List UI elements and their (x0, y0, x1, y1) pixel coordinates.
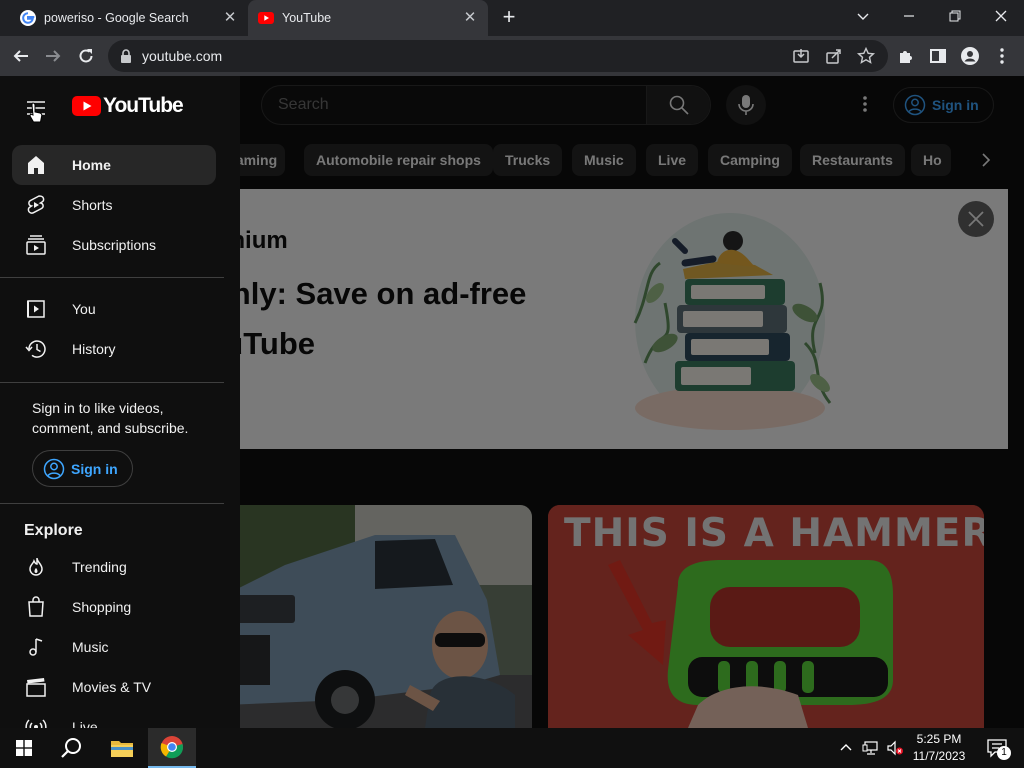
sidebar-item-label: Shorts (72, 197, 113, 213)
sidebar-item-label: You (72, 301, 96, 317)
shopping-icon (28, 596, 44, 617)
vertical-dots-icon (1000, 48, 1004, 64)
clock-date: 11/7/2023 (912, 749, 966, 763)
sidebar-item-label: Live (72, 719, 98, 728)
install-app-icon[interactable] (791, 46, 811, 66)
google-icon (20, 10, 36, 26)
start-button[interactable] (0, 728, 48, 768)
sidebar-item-history[interactable]: History (12, 329, 216, 369)
reload-icon (79, 49, 93, 63)
share-icon[interactable] (824, 46, 844, 66)
forward-arrow-icon (46, 50, 61, 62)
sidebar-item-label: Home (72, 157, 111, 173)
profile-button[interactable] (958, 44, 982, 68)
system-clock[interactable]: 5:25 PM 11/7/2023 (908, 731, 970, 765)
clock-time: 5:25 PM (916, 732, 962, 746)
sidebar-item-label: History (72, 341, 116, 357)
sidebar-item-label: Music (72, 639, 109, 655)
sign-in-prompt: Sign in to like videos, comment, and sub… (32, 400, 189, 436)
chrome-menu-button[interactable] (990, 44, 1014, 68)
tab-title: poweriso - Google Search (44, 11, 189, 25)
sidebar-sign-in-button[interactable]: Sign in (32, 450, 133, 487)
browser-toolbar: youtube.com (0, 36, 1024, 76)
divider (0, 503, 224, 504)
sidebar-item-home[interactable]: Home (12, 145, 216, 185)
windows-logo-icon (16, 740, 32, 756)
subscriptions-icon (26, 235, 46, 255)
restore-button[interactable] (932, 0, 978, 32)
home-icon (28, 156, 44, 174)
search-icon (61, 738, 81, 758)
file-explorer-button[interactable] (98, 728, 146, 768)
you-icon (27, 300, 45, 318)
windows-taskbar: 5:25 PM 11/7/2023 1 (0, 728, 1024, 768)
sidebar-item-movies-tv[interactable]: Movies & TV (12, 667, 216, 707)
volume-muted-icon[interactable] (886, 740, 904, 756)
action-center-button[interactable]: 1 (978, 728, 1018, 768)
tab-search-icon[interactable] (840, 0, 886, 32)
browser-tab-strip: poweriso - Google Search ✕ YouTube ✕ + (0, 0, 1024, 36)
sidebar-item-live[interactable]: Live (12, 707, 216, 728)
new-tab-button[interactable]: + (498, 6, 520, 29)
logo-wordmark: YouTube (103, 94, 184, 117)
chrome-taskbar-button[interactable] (148, 728, 196, 768)
movies-icon (26, 678, 46, 697)
address-bar[interactable]: youtube.com (108, 40, 888, 72)
explore-heading: Explore (24, 522, 83, 539)
sidebar-item-shopping[interactable]: Shopping (12, 587, 216, 627)
divider (0, 382, 224, 383)
live-icon (25, 719, 47, 728)
sidebar-item-shorts[interactable]: Shorts (12, 185, 216, 225)
back-arrow-icon (13, 50, 28, 62)
divider (0, 277, 224, 278)
sidebar-item-label: Subscriptions (72, 237, 157, 253)
tab-google-search[interactable]: poweriso - Google Search ✕ (8, 0, 248, 36)
sidebar-item-label: Movies & TV (72, 679, 152, 695)
sidebar-item-label: Shopping (72, 599, 132, 615)
sign-in-label: Sign in (71, 460, 118, 477)
forward-button[interactable] (41, 44, 65, 68)
youtube-play-logo-icon (72, 96, 101, 116)
minimize-button[interactable] (886, 0, 932, 32)
history-icon (25, 340, 46, 358)
close-window-button[interactable] (978, 0, 1024, 32)
close-tab-icon[interactable]: ✕ (462, 10, 478, 26)
guide-drawer: YouTube Home Shorts Subscriptions You Hi… (0, 76, 240, 728)
side-panel-icon (930, 49, 946, 63)
mouse-cursor-icon (29, 102, 43, 123)
sidebar-item-subscriptions[interactable]: Subscriptions (12, 225, 216, 265)
trending-icon (29, 557, 43, 576)
reload-button[interactable] (74, 44, 98, 68)
puzzle-icon (900, 51, 912, 63)
folder-icon (111, 741, 133, 757)
sidebar-item-label: Trending (72, 559, 127, 575)
lock-icon (121, 49, 131, 63)
shorts-icon (27, 195, 45, 214)
network-icon[interactable] (862, 740, 880, 756)
back-button[interactable] (9, 44, 33, 68)
music-icon (29, 638, 43, 656)
chrome-icon (160, 736, 184, 759)
bookmark-star-icon[interactable] (856, 46, 876, 66)
sidebar-item-trending[interactable]: Trending (12, 547, 216, 587)
side-panel-button[interactable] (926, 44, 950, 68)
account-icon (43, 458, 65, 479)
notification-count-badge: 1 (997, 746, 1011, 760)
tab-title: YouTube (282, 11, 332, 25)
url-text: youtube.com (142, 48, 223, 64)
sidebar-item-music[interactable]: Music (12, 627, 216, 667)
extensions-button[interactable] (894, 44, 918, 68)
youtube-logo[interactable]: YouTube (72, 94, 184, 118)
sidebar-item-you[interactable]: You (12, 289, 216, 329)
youtube-icon (258, 12, 274, 24)
chevron-up-icon[interactable] (840, 742, 852, 752)
profile-icon (961, 47, 979, 65)
taskbar-search-button[interactable] (48, 728, 96, 768)
close-tab-icon[interactable]: ✕ (222, 10, 238, 26)
tab-youtube[interactable]: YouTube ✕ (248, 0, 488, 36)
